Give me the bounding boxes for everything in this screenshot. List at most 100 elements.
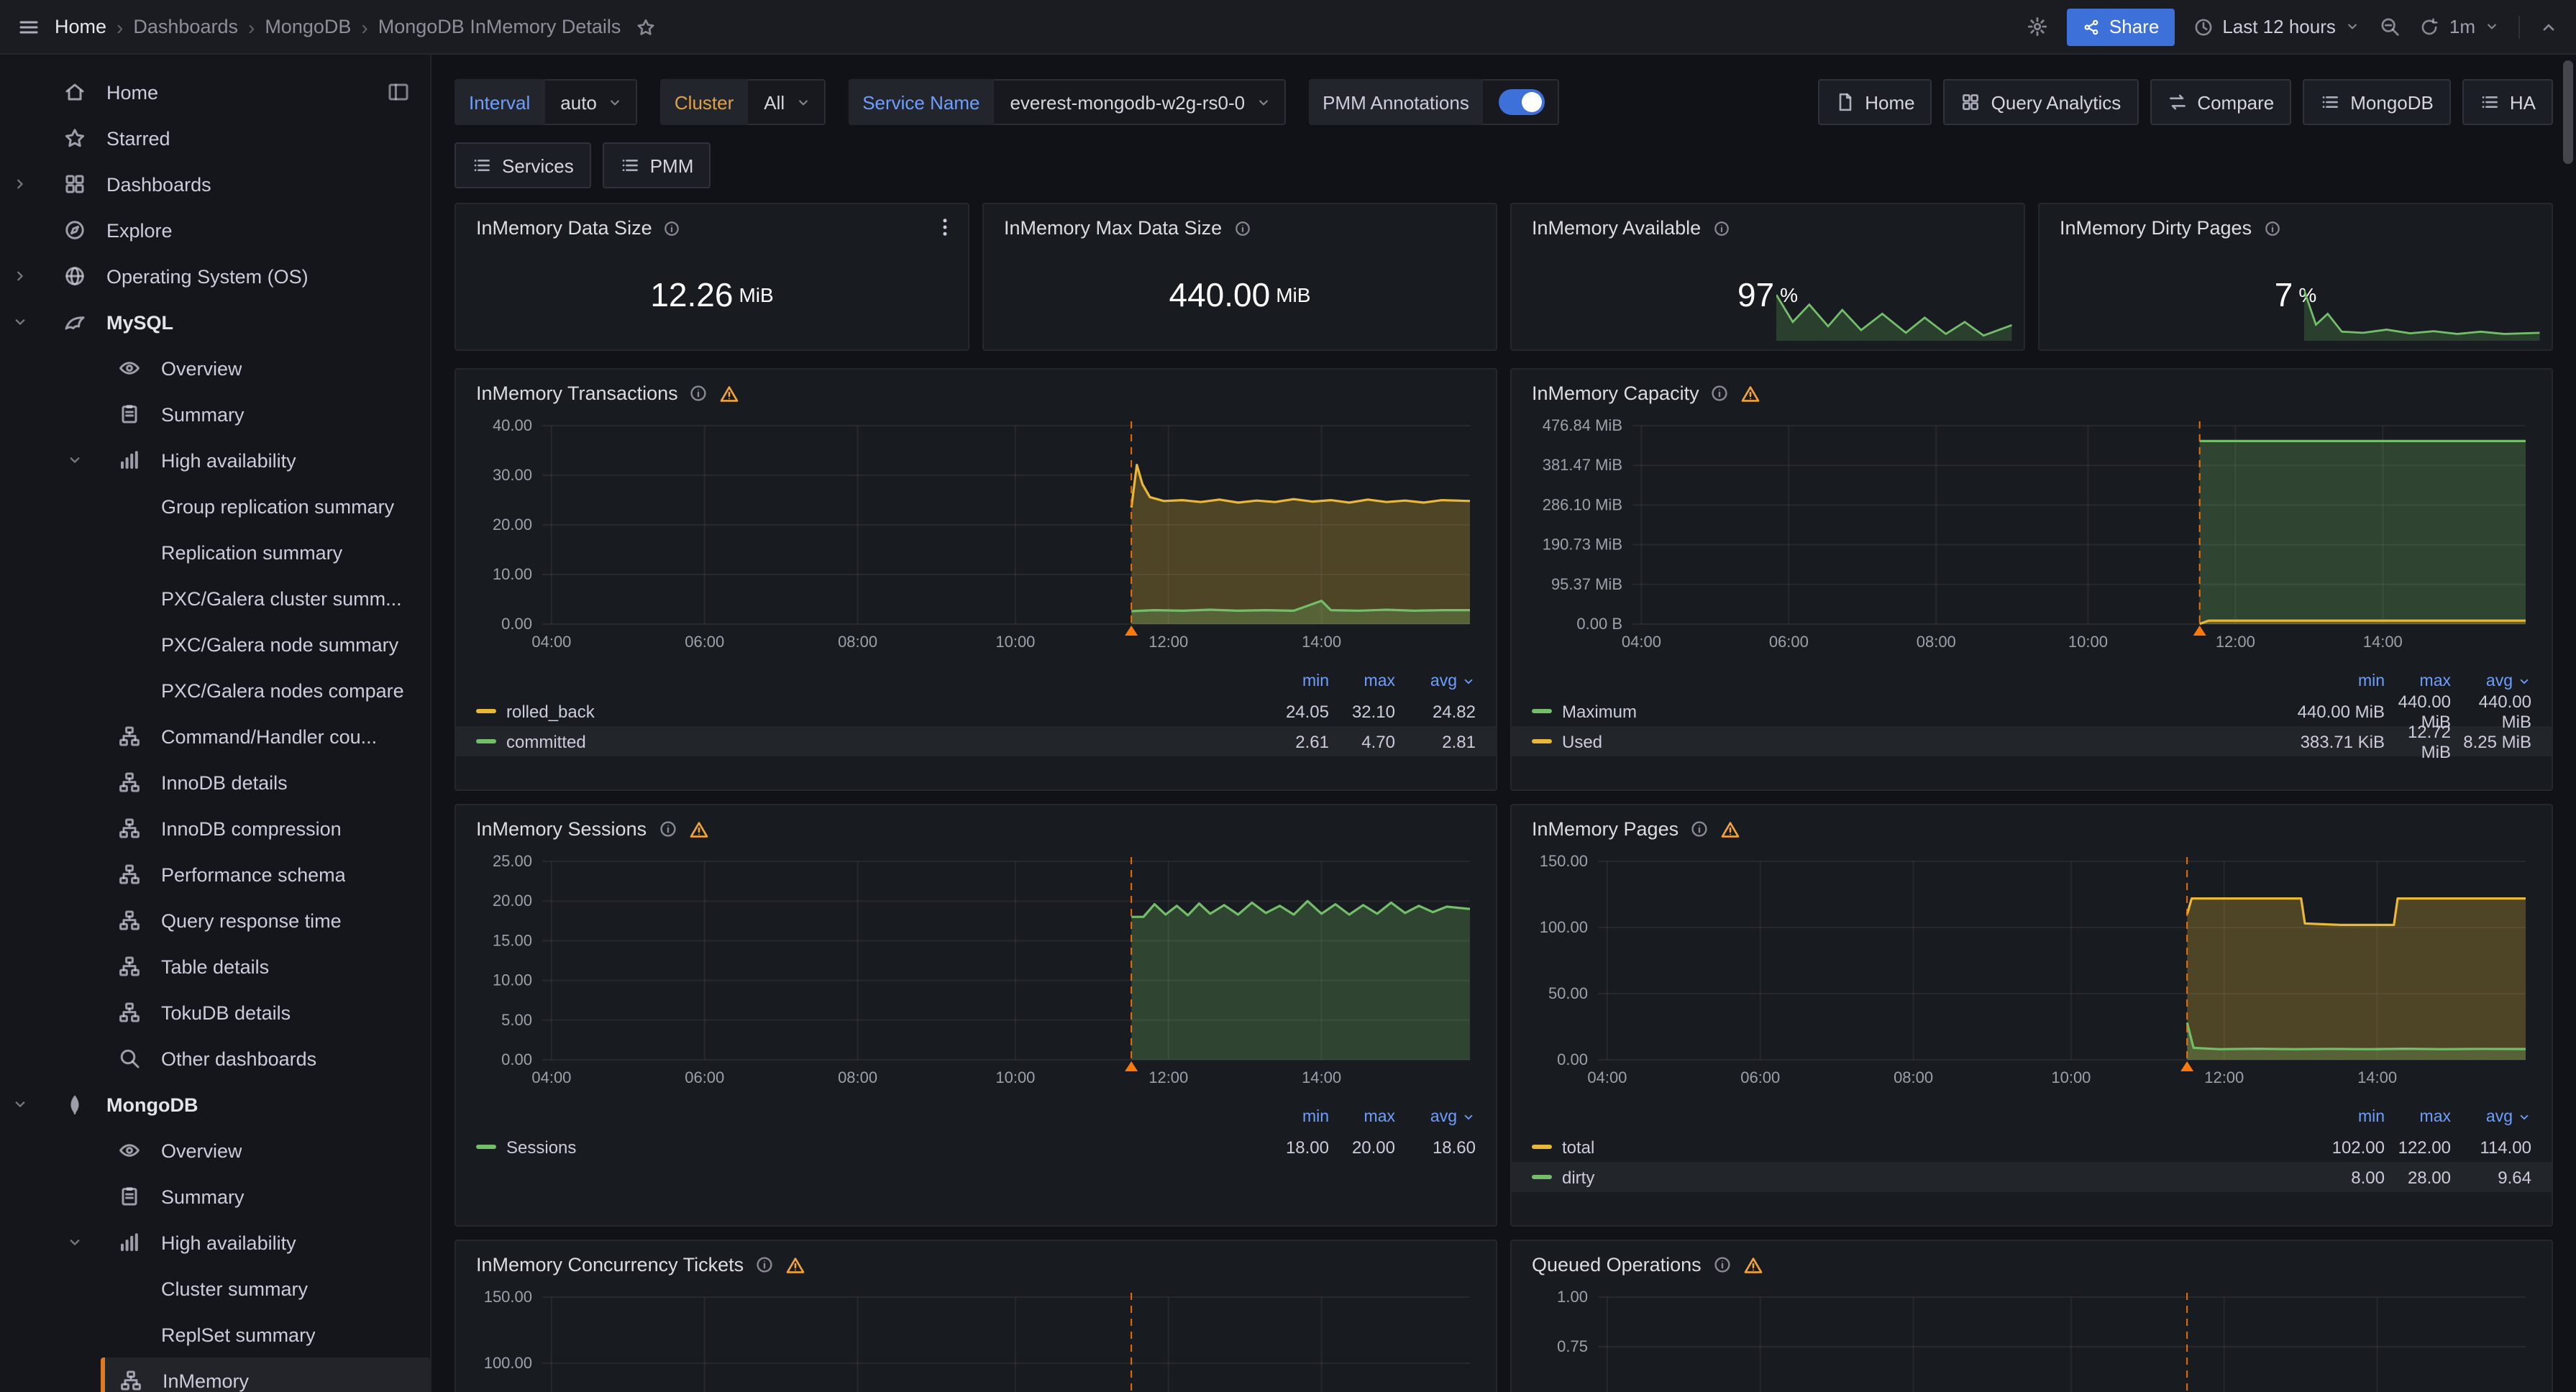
legend-sort-max[interactable]: max xyxy=(1329,1109,1395,1126)
sidebar-item-overview[interactable]: Overview xyxy=(0,345,430,391)
annotation-marker[interactable] xyxy=(2193,626,2206,636)
panel-title[interactable]: InMemory Capacity xyxy=(1532,383,1699,404)
warning-icon[interactable] xyxy=(688,819,708,839)
sidebar-item-command-handler-cou[interactable]: Command/Handler cou... xyxy=(0,713,430,759)
info-icon[interactable] xyxy=(1711,384,1730,403)
chevron-right-icon[interactable] xyxy=(12,267,60,285)
warning-icon[interactable] xyxy=(720,383,740,403)
series-name[interactable]: Sessions xyxy=(506,1137,576,1157)
info-icon[interactable] xyxy=(2263,219,2280,237)
sidebar-item-high-availability[interactable]: High availability xyxy=(0,437,430,483)
sidebar-item-cluster-summary[interactable]: Cluster summary xyxy=(0,1265,430,1311)
annotation-marker[interactable] xyxy=(1125,626,1138,636)
chart-plot[interactable]: 0.0010.0020.0030.0040.0004:0006:0008:001… xyxy=(470,411,1484,667)
sidebar-item-starred[interactable]: Starred xyxy=(0,115,430,161)
chevron-right-icon[interactable] xyxy=(12,175,60,193)
cluster-select[interactable]: All xyxy=(748,79,825,125)
panel-title[interactable]: InMemory Transactions xyxy=(476,383,678,404)
zoom-out-button[interactable] xyxy=(2379,16,2401,37)
panel-title[interactable]: InMemory Available xyxy=(1532,217,1701,239)
breadcrumb-item-current[interactable]: MongoDB InMemory Details xyxy=(378,16,621,37)
collapse-topbar-button[interactable] xyxy=(2539,17,2559,37)
sidebar-item-performance-schema[interactable]: Performance schema xyxy=(0,851,430,897)
sidebar-item-operating-system-os[interactable]: Operating System (OS) xyxy=(0,253,430,299)
ha-button[interactable]: HA xyxy=(2462,79,2553,125)
panel-title[interactable]: InMemory Concurrency Tickets xyxy=(476,1254,744,1276)
compare-button[interactable]: Compare xyxy=(2150,79,2291,125)
panel-title[interactable]: InMemory Sessions xyxy=(476,818,647,840)
chevron-down-icon[interactable] xyxy=(12,1096,60,1113)
time-range-picker[interactable]: Last 12 hours xyxy=(2193,16,2360,37)
series-name[interactable]: Maximum xyxy=(1562,701,1637,721)
series-name[interactable]: total xyxy=(1562,1137,1594,1157)
breadcrumb-item-dashboards[interactable]: Dashboards xyxy=(133,16,238,37)
warning-icon[interactable] xyxy=(785,1255,805,1275)
annotation-marker[interactable] xyxy=(2180,1061,2193,1071)
legend-sort-min[interactable]: min xyxy=(2296,1109,2385,1126)
chart-plot[interactable]: 0.0050.00100.00150.0004:0006:0008:0010:0… xyxy=(1526,847,2540,1103)
legend-sort-min[interactable]: min xyxy=(2296,673,2385,690)
legend-sort-avg[interactable]: avg xyxy=(1395,1109,1476,1126)
query-analytics-button[interactable]: Query Analytics xyxy=(1944,79,2139,125)
pmm-button[interactable]: PMM xyxy=(603,142,711,188)
menu-toggle-button[interactable] xyxy=(17,15,40,38)
chevron-down-icon[interactable] xyxy=(66,1234,115,1251)
sidebar-item-pxc-galera-nodes-compare[interactable]: PXC/Galera nodes compare xyxy=(0,667,430,713)
sidebar-item-overview[interactable]: Overview xyxy=(0,1127,430,1173)
legend-sort-min[interactable]: min xyxy=(1240,1109,1329,1126)
service-name-select[interactable]: everest-mongodb-w2g-rs0-0 xyxy=(994,79,1285,125)
sidebar-item-group-replication-summary[interactable]: Group replication summary xyxy=(0,483,430,529)
series-name[interactable]: dirty xyxy=(1562,1167,1594,1187)
sidebar-item-other-dashboards[interactable]: Other dashboards xyxy=(0,1035,430,1081)
info-icon[interactable] xyxy=(1713,1255,1732,1274)
sidebar-item-summary[interactable]: Summary xyxy=(0,1173,430,1219)
sidebar-item-query-response-time[interactable]: Query response time xyxy=(0,897,430,943)
sidebar-item-home[interactable]: Home xyxy=(0,69,430,115)
chart-plot[interactable]: 100.00150.0004:0006:0008:0010:0012:0014:… xyxy=(470,1283,1484,1392)
info-icon[interactable] xyxy=(658,820,677,838)
refresh-interval-picker[interactable]: 1m xyxy=(2449,16,2500,37)
panel-title[interactable]: Queued Operations xyxy=(1532,1254,1702,1276)
favorite-star-button[interactable] xyxy=(635,17,655,37)
chevron-down-icon[interactable] xyxy=(66,452,115,469)
legend-sort-avg[interactable]: avg xyxy=(1395,673,1476,690)
sidebar-item-summary[interactable]: Summary xyxy=(0,391,430,437)
dock-icon[interactable] xyxy=(387,81,410,104)
sidebar-item-inmemory[interactable]: InMemory xyxy=(101,1357,430,1392)
sidebar-item-mongodb[interactable]: MongoDB xyxy=(0,1081,430,1127)
info-icon[interactable] xyxy=(755,1255,774,1274)
panel-title[interactable]: InMemory Dirty Pages xyxy=(2060,217,2252,239)
panel-title[interactable]: InMemory Data Size xyxy=(476,217,652,239)
breadcrumb-item-home[interactable]: Home xyxy=(55,16,106,37)
legend-sort-avg[interactable]: avg xyxy=(2451,1109,2531,1126)
panel-title[interactable]: InMemory Max Data Size xyxy=(1004,217,1222,239)
sidebar-item-explore[interactable]: Explore xyxy=(0,207,430,253)
mongodb-button[interactable]: MongoDB xyxy=(2303,79,2451,125)
sidebar-item-pxc-galera-node-summary[interactable]: PXC/Galera node summary xyxy=(0,621,430,667)
refresh-button[interactable] xyxy=(2419,17,2439,37)
services-button[interactable]: Services xyxy=(455,142,591,188)
chevron-down-icon[interactable] xyxy=(12,313,60,331)
panel-menu-icon[interactable] xyxy=(933,216,956,239)
breadcrumb-item-mongodb[interactable]: MongoDB xyxy=(265,16,351,37)
legend-sort-max[interactable]: max xyxy=(2385,673,2451,690)
legend-sort-max[interactable]: max xyxy=(1329,673,1395,690)
sidebar-item-pxc-galera-cluster-summ[interactable]: PXC/Galera cluster summ... xyxy=(0,575,430,621)
pmm-annotations-toggle[interactable] xyxy=(1484,79,1560,125)
panel-title[interactable]: InMemory Pages xyxy=(1532,818,1678,840)
sidebar-item-innodb-details[interactable]: InnoDB details xyxy=(0,759,430,805)
chart-plot[interactable]: 0.005.0010.0015.0020.0025.0004:0006:0008… xyxy=(470,847,1484,1103)
info-icon[interactable] xyxy=(664,219,681,237)
chart-plot[interactable]: 0.751.0004:0006:0008:0010:0012:0014:00 xyxy=(1526,1283,2540,1392)
scrollbar-thumb[interactable] xyxy=(2563,60,2573,164)
interval-select[interactable]: auto xyxy=(544,79,637,125)
sidebar-item-high-availability[interactable]: High availability xyxy=(0,1219,430,1265)
sidebar-item-replication-summary[interactable]: Replication summary xyxy=(0,529,430,575)
sidebar-item-mysql[interactable]: MySQL xyxy=(0,299,430,345)
chart-plot[interactable]: 0.00 B95.37 MiB190.73 MiB286.10 MiB381.4… xyxy=(1526,411,2540,667)
warning-icon[interactable] xyxy=(1720,819,1740,839)
home-button[interactable]: Home xyxy=(1817,79,1932,125)
sidebar-item-replset-summary[interactable]: ReplSet summary xyxy=(0,1311,430,1357)
series-name[interactable]: rolled_back xyxy=(506,701,595,721)
warning-icon[interactable] xyxy=(1741,383,1761,403)
